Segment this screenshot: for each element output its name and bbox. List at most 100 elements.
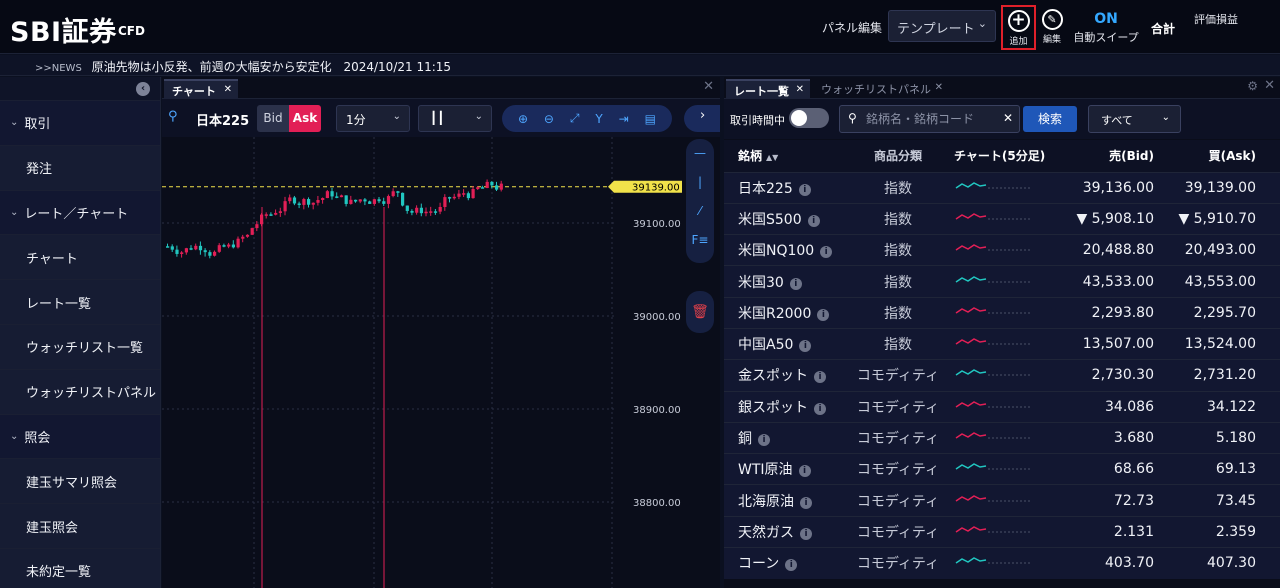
close-tab-icon[interactable]: ✕ <box>224 84 232 95</box>
edit-panel-button[interactable]: ✎ 編集 <box>1039 7 1065 49</box>
interval-select[interactable]: 1分 ⌄ <box>336 105 410 132</box>
cell-name[interactable]: コーン i <box>724 547 848 579</box>
cell-ask[interactable]: 43,553.00 <box>1160 265 1262 298</box>
trading-hours-toggle[interactable] <box>789 108 829 128</box>
auto-sweep-toggle[interactable]: ON 自動スイープ <box>1070 11 1142 45</box>
news-headline[interactable]: 原油先物は小反発、前週の大幅安から安定化 <box>92 60 332 74</box>
cell-name[interactable]: 米国R2000 i <box>724 296 848 329</box>
info-icon[interactable]: i <box>758 434 770 447</box>
cell-category[interactable]: コモディティ <box>848 453 948 485</box>
table-row[interactable]: 米国30 i 指数 43,533.00 43,553.00 <box>724 265 1280 298</box>
cell-bid[interactable]: 3.680 <box>1058 421 1160 454</box>
cell-sparkline[interactable] <box>948 296 1058 329</box>
cell-name[interactable]: 日本225 i <box>724 171 848 204</box>
cell-category[interactable]: コモディティ <box>848 515 948 548</box>
cell-bid[interactable]: 20,488.80 <box>1058 234 1160 266</box>
info-icon[interactable]: i <box>817 308 830 321</box>
cell-ask[interactable]: 39,139.00 <box>1160 171 1262 204</box>
sidebar-item[interactable]: 建玉サマリ照会 <box>0 458 160 504</box>
cell-sparkline[interactable] <box>948 390 1058 423</box>
sort-icon[interactable]: ▲▼ <box>766 153 778 162</box>
cell-sparkline[interactable] <box>948 484 1058 517</box>
cell-category[interactable]: コモディティ <box>848 421 948 454</box>
tab-chart[interactable]: チャート ✕ <box>164 79 238 99</box>
cell-sparkline[interactable] <box>948 171 1058 204</box>
table-row[interactable]: 米国S500 i 指数 ▼ 5,908.10 ▼ 5,910.70 <box>724 202 1280 235</box>
search-icon[interactable]: ⚲ <box>168 109 178 124</box>
cell-category[interactable]: コモディティ <box>848 547 948 579</box>
cell-category[interactable]: 指数 <box>848 171 948 204</box>
candlestick-chart[interactable]: 39100.00 39000.00 38900.00 38800.00 39139.00 <box>162 137 682 588</box>
sidebar-item[interactable]: ウォッチリスト一覧 <box>0 323 160 369</box>
cell-category[interactable]: 指数 <box>848 296 948 329</box>
cell-ask[interactable]: 13,524.00 <box>1160 327 1262 360</box>
cell-category[interactable]: コモディティ <box>848 359 948 392</box>
sidebar-item[interactable]: 建玉照会 <box>0 503 160 548</box>
tab-rate-list[interactable]: レート一覧 ✕ <box>726 79 810 99</box>
cell-ask[interactable]: 5.180 <box>1160 421 1262 454</box>
symbol-search-input[interactable] <box>866 110 998 128</box>
table-row[interactable]: 日本225 i 指数 39,136.00 39,139.00 <box>724 171 1280 204</box>
sidebar-item[interactable]: 未約定一覧 <box>0 547 160 588</box>
cell-ask[interactable]: 20,493.00 <box>1160 234 1262 266</box>
cell-category[interactable]: 指数 <box>848 327 948 360</box>
cell-sparkline[interactable] <box>948 421 1058 454</box>
zoom-out-icon[interactable]: ⊖ <box>544 112 554 126</box>
sidebar-item[interactable]: 発注 <box>0 144 160 190</box>
table-row[interactable]: 金スポット i コモディティ 2,730.30 2,731.20 <box>724 359 1280 392</box>
cell-sparkline[interactable] <box>948 359 1058 392</box>
cell-sparkline[interactable] <box>948 515 1058 548</box>
chevron-right-icon[interactable]: › <box>700 108 705 123</box>
cell-bid[interactable]: 34.086 <box>1058 390 1160 423</box>
bid-button[interactable]: Bid <box>257 105 289 132</box>
cell-bid[interactable]: 403.70 <box>1058 547 1160 579</box>
cell-sparkline[interactable] <box>948 327 1058 360</box>
cell-category[interactable]: 指数 <box>848 234 948 266</box>
cell-sparkline[interactable] <box>948 202 1058 235</box>
cell-ask[interactable]: 2.359 <box>1160 515 1262 548</box>
cell-ask[interactable]: 407.30 <box>1160 547 1262 579</box>
chart-type-select[interactable]: ┃┃ ⌄ <box>418 105 492 132</box>
fibonacci-icon[interactable]: F≡ <box>686 226 714 255</box>
cell-bid[interactable]: 2,293.80 <box>1058 296 1160 329</box>
news-ticker[interactable]: >>NEWS 原油先物は小反発、前週の大幅安から安定化 2024/10/21 1… <box>0 55 1280 76</box>
horizontal-line-icon[interactable]: — <box>686 139 714 168</box>
cell-category[interactable]: 指数 <box>848 265 948 298</box>
table-row[interactable]: WTI原油 i コモディティ 68.66 69.13 <box>724 453 1280 485</box>
sidebar-item[interactable]: ウォッチリストパネル <box>0 368 160 414</box>
cell-sparkline[interactable] <box>948 547 1058 579</box>
cell-name[interactable]: WTI原油 i <box>724 453 848 485</box>
table-row[interactable]: 天然ガス i コモディティ 2.131 2.359 <box>724 515 1280 548</box>
table-row[interactable]: 中国A50 i 指数 13,507.00 13,524.00 <box>724 327 1280 360</box>
clear-icon[interactable]: ✕ <box>1003 111 1013 125</box>
column-header-name[interactable]: 銘柄 ▲▼ <box>724 140 848 172</box>
cell-sparkline[interactable] <box>948 234 1058 266</box>
cell-bid[interactable]: 39,136.00 <box>1058 171 1160 204</box>
info-icon[interactable]: i <box>785 559 798 572</box>
info-icon[interactable]: i <box>799 340 812 353</box>
info-icon[interactable]: i <box>820 246 833 259</box>
jump-latest-icon[interactable]: ⇥ <box>619 112 629 126</box>
cell-bid[interactable]: 43,533.00 <box>1058 265 1160 298</box>
sidebar-item[interactable]: ⌄ レート／チャート <box>0 189 160 235</box>
cell-name[interactable]: 天然ガス i <box>724 515 848 548</box>
search-button[interactable]: 検索 <box>1023 106 1077 132</box>
info-icon[interactable]: i <box>800 527 812 540</box>
table-row[interactable]: 銀スポット i コモディティ 34.086 34.122 <box>724 390 1280 423</box>
info-icon[interactable]: i <box>789 277 802 290</box>
cell-bid[interactable]: 13,507.00 <box>1058 327 1160 360</box>
cell-ask[interactable]: 2,731.20 <box>1160 359 1262 392</box>
cell-ask[interactable]: 69.13 <box>1160 453 1262 485</box>
trend-line-icon[interactable]: ⁄ <box>686 197 714 226</box>
cell-category[interactable]: コモディティ <box>848 484 948 517</box>
fit-icon[interactable]: ⤢ <box>570 111 580 126</box>
cell-category[interactable]: コモディティ <box>848 390 948 423</box>
cell-bid[interactable]: 2.131 <box>1058 515 1160 548</box>
cell-sparkline[interactable] <box>948 453 1058 485</box>
tab-watchlist-panel[interactable]: ウォッチリストパネル ✕ <box>813 79 949 99</box>
cell-name[interactable]: 米国30 i <box>724 265 848 298</box>
cell-bid[interactable]: 2,730.30 <box>1058 359 1160 392</box>
info-icon[interactable]: i <box>807 214 820 227</box>
cell-name[interactable]: 中国A50 i <box>724 327 848 360</box>
close-tab-icon[interactable]: ✕ <box>796 84 804 95</box>
